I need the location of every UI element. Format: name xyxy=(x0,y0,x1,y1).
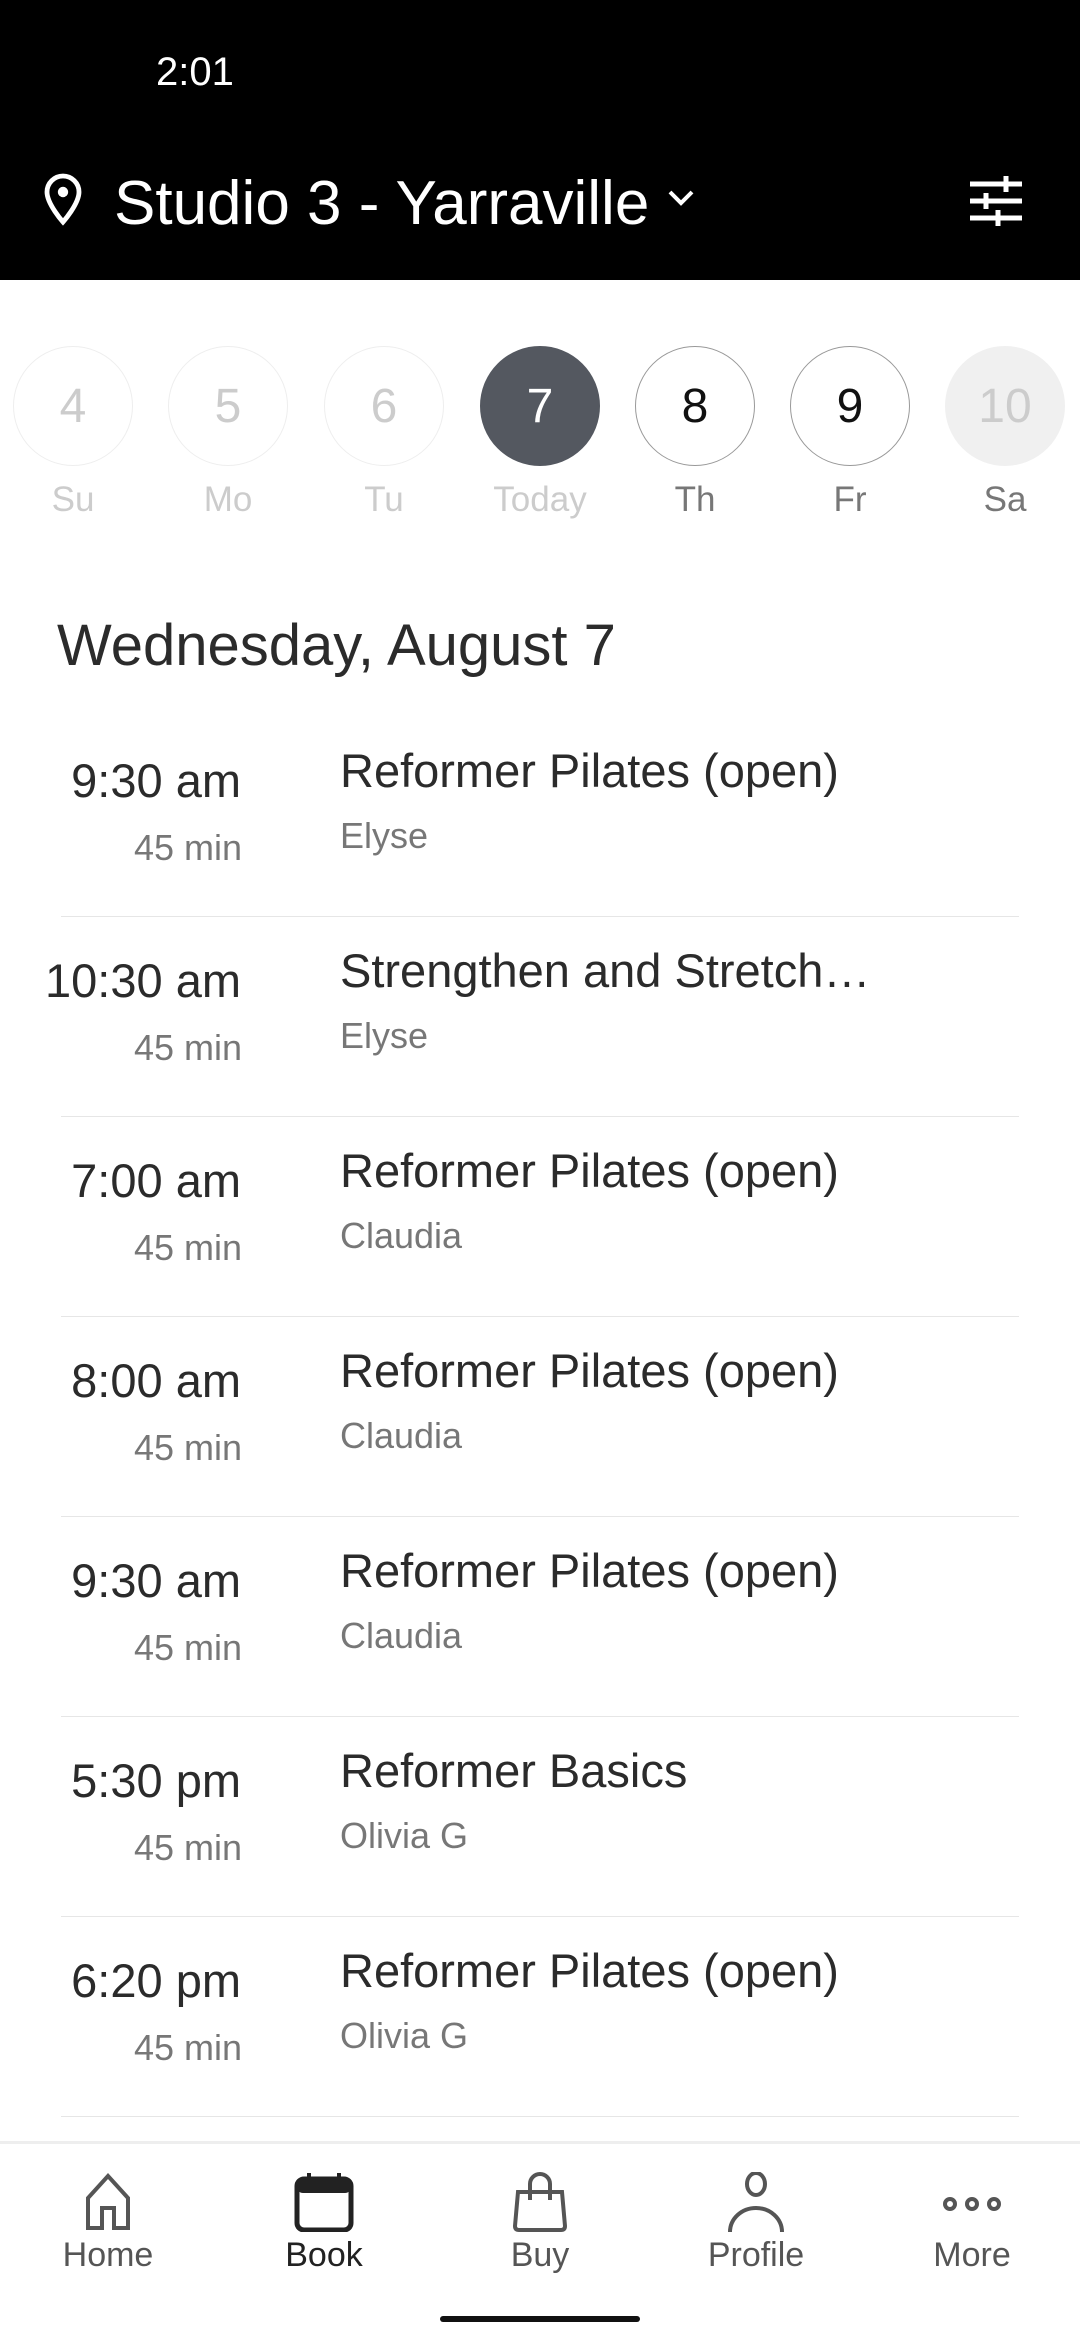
class-name: Reformer Pilates (open) xyxy=(340,1544,839,1597)
class-time: 5:30 pm xyxy=(71,1754,241,1807)
class-name: Reformer Basics xyxy=(340,1744,688,1797)
class-duration: 45 min xyxy=(133,1427,242,1468)
date-label: Th xyxy=(674,480,716,519)
calendar-icon xyxy=(294,2173,354,2232)
date-label: Su xyxy=(51,480,95,519)
class-row[interactable]: 10:30 am 45 min Strengthen and StretchR…… xyxy=(0,917,1080,1117)
class-row[interactable]: 5:30 pm 45 min Reformer Basics Olivia G xyxy=(0,1717,1080,1917)
class-name: Reformer Pilates (open) xyxy=(340,744,839,797)
schedule-date-heading: Wednesday, August 7 xyxy=(57,613,616,678)
date-number: 9 xyxy=(790,346,910,466)
date-label: Sa xyxy=(983,480,1027,519)
more-dots-icon xyxy=(943,2197,1001,2211)
filter-sliders-icon[interactable] xyxy=(968,176,1024,226)
date-number: 5 xyxy=(168,346,288,466)
class-time: 8:00 am xyxy=(71,1354,241,1407)
date-9[interactable]: 9 Fr xyxy=(790,346,910,520)
class-time: 6:20 pm xyxy=(71,1954,241,2007)
class-instructor: Olivia G xyxy=(340,1815,469,1856)
class-row[interactable]: 8:00 am 45 min Reformer Pilates (open) C… xyxy=(0,1317,1080,1517)
date-number: 8 xyxy=(635,346,755,466)
date-number: 6 xyxy=(324,346,444,466)
class-instructor: Claudia xyxy=(340,1415,463,1456)
home-indicator[interactable] xyxy=(440,2316,640,2322)
date-number: 4 xyxy=(13,346,133,466)
class-time: 7:00 am xyxy=(71,1154,241,1207)
date-label: Fr xyxy=(833,480,867,519)
location-selector[interactable]: Studio 3 - Yarraville xyxy=(114,168,649,239)
nav-label: Book xyxy=(285,2236,363,2274)
class-name: Reformer Pilates (open) xyxy=(340,1144,839,1197)
class-name: Strengthen and StretchR… xyxy=(340,944,900,997)
date-number: 10 xyxy=(945,346,1065,466)
class-instructor: Elyse xyxy=(340,1015,429,1056)
class-instructor: Claudia xyxy=(340,1615,463,1656)
class-row[interactable]: 7:00 am 45 min Reformer Pilates (open) C… xyxy=(0,1117,1080,1317)
status-time: 2:01 xyxy=(156,50,234,94)
date-label: Mo xyxy=(203,480,253,519)
date-6[interactable]: 6 Tu xyxy=(324,346,444,520)
date-label: Tu xyxy=(364,480,404,519)
nav-label: Home xyxy=(62,2236,154,2274)
class-instructor: Elyse xyxy=(340,815,429,856)
date-label: Today xyxy=(493,480,587,519)
date-10[interactable]: 10 Sa xyxy=(945,346,1065,520)
class-instructor: Claudia xyxy=(340,1215,463,1256)
bottom-nav: Home Book Buy Profile More xyxy=(0,2141,1080,2340)
class-duration: 45 min xyxy=(133,827,242,868)
date-8[interactable]: 8 Th xyxy=(635,346,755,520)
class-row[interactable]: 9:30 am 45 min Reformer Pilates (open) C… xyxy=(0,1517,1080,1717)
nav-label: Profile xyxy=(707,2236,805,2274)
date-5[interactable]: 5 Mo xyxy=(168,346,288,520)
shopping-bag-icon xyxy=(512,2172,568,2232)
class-time: 10:30 am xyxy=(45,954,241,1007)
chevron-down-icon[interactable] xyxy=(664,186,698,210)
class-time: 9:30 am xyxy=(71,754,241,807)
nav-label: More xyxy=(933,2236,1011,2274)
class-instructor: Olivia G xyxy=(340,2015,469,2056)
person-icon xyxy=(728,2172,784,2232)
class-duration: 45 min xyxy=(133,1227,242,1268)
date-4[interactable]: 4 Su xyxy=(13,346,133,520)
class-duration: 45 min xyxy=(133,1027,242,1068)
class-row[interactable]: 6:20 pm 45 min Reformer Pilates (open) O… xyxy=(0,1917,1080,2117)
class-duration: 45 min xyxy=(133,1627,242,1668)
header: 2:01 Studio 3 - Yarraville xyxy=(0,0,1080,280)
class-name: Reformer Pilates (open) xyxy=(340,1344,839,1397)
location-pin-icon xyxy=(44,173,82,226)
date-number: 7 xyxy=(480,346,600,466)
class-time: 9:30 am xyxy=(71,1554,241,1607)
class-duration: 45 min xyxy=(133,1827,242,1868)
nav-label: Buy xyxy=(510,2236,570,2274)
row-divider xyxy=(61,2115,1019,2117)
date-7-today[interactable]: 7 Today xyxy=(480,346,600,520)
class-name: Reformer Pilates (open) xyxy=(340,1944,839,1997)
class-row[interactable]: 9:30 am 45 min Reformer Pilates (open) E… xyxy=(0,717,1080,917)
class-duration: 45 min xyxy=(133,2027,242,2068)
home-icon xyxy=(86,2173,130,2230)
